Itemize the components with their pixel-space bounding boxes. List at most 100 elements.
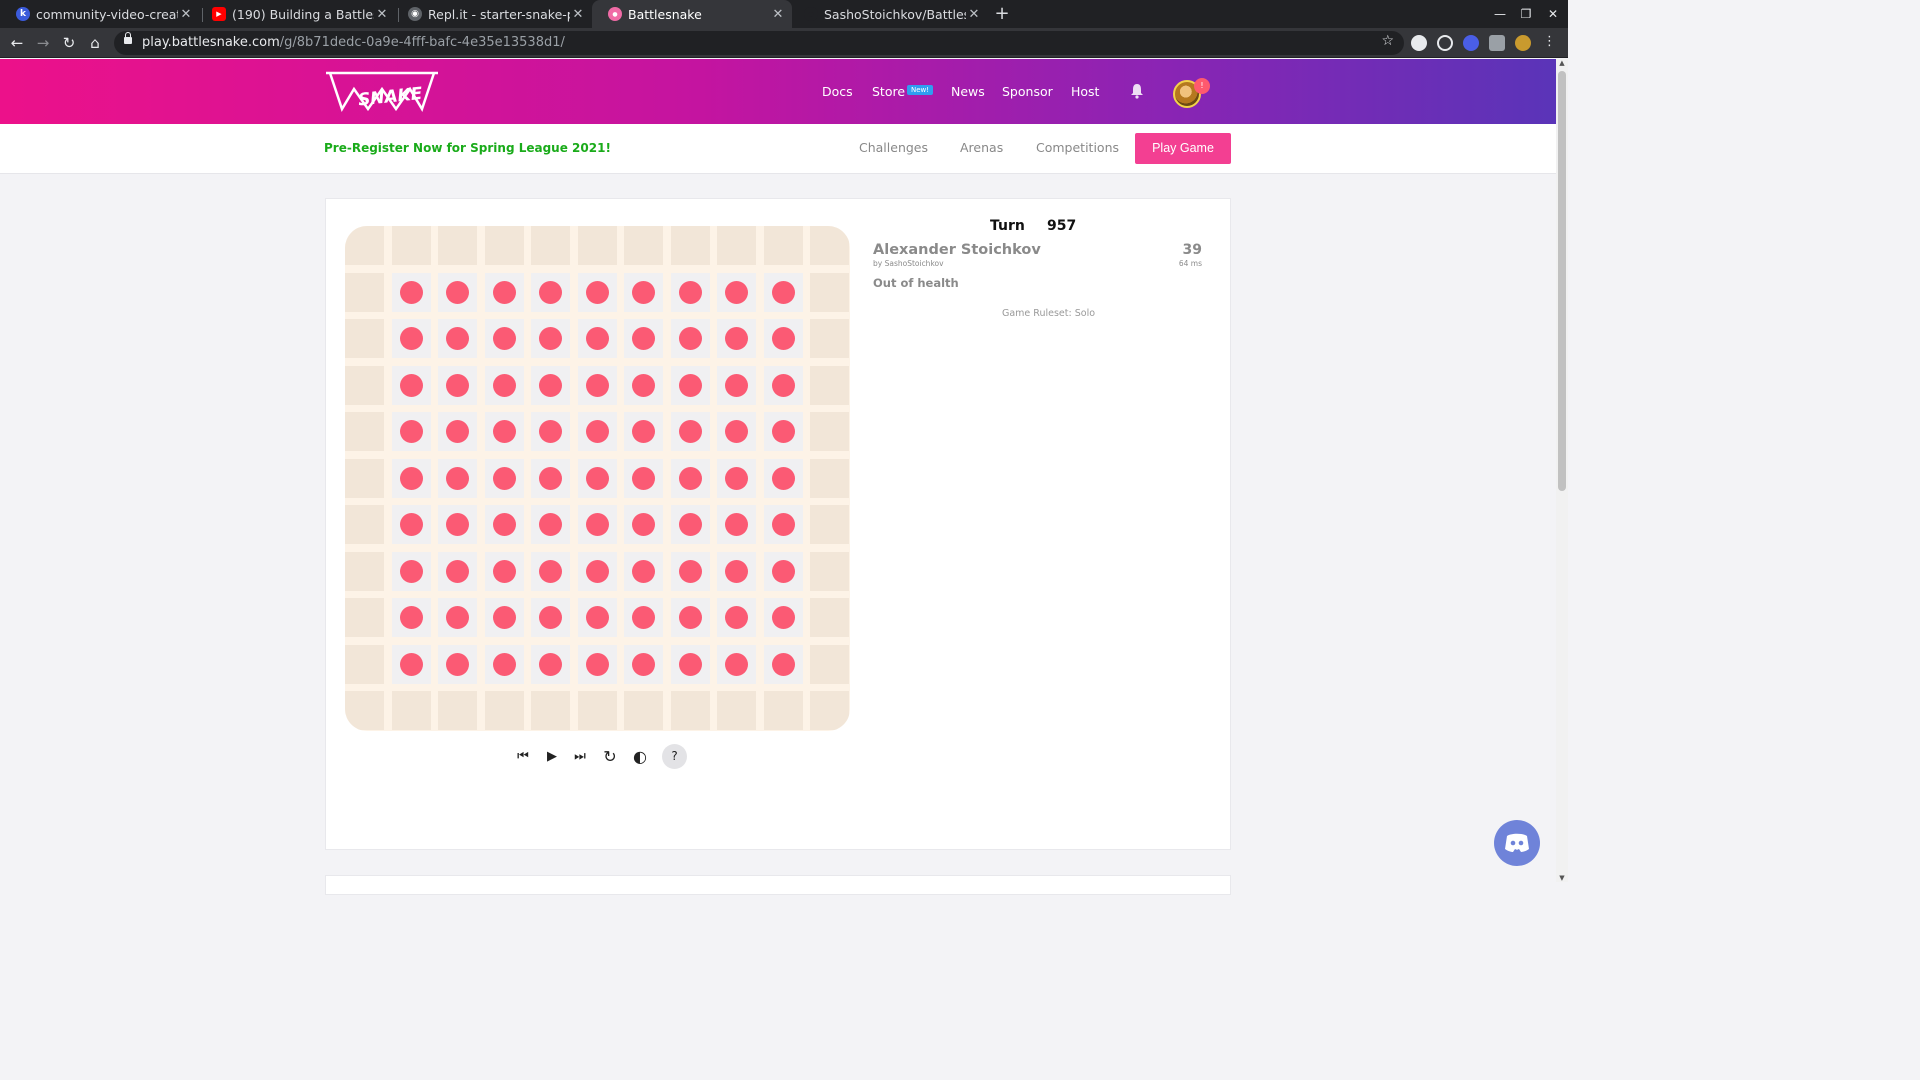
board-cell [717,412,756,451]
food-pellet [632,513,655,536]
board-cell-edge [484,226,524,265]
browser-tab[interactable]: ▶ (190) Building a Battlesn ✕ [196,0,396,28]
board-cell [484,598,524,637]
food-pellet [678,652,702,676]
theme-toggle-icon[interactable]: ◐ [629,744,651,770]
board-cell [438,365,477,405]
discord-chat-button[interactable] [1494,820,1540,866]
food-pellet [539,466,562,490]
browser-tab[interactable]: k community-video-creat ✕ [0,0,200,28]
puzzle-icon[interactable] [1489,35,1505,51]
food-pellet [771,280,795,304]
tab-close-icon[interactable]: ✕ [178,7,194,22]
snake-length: 39 [1182,242,1202,258]
home-icon[interactable]: ⌂ [84,32,106,54]
board-cell [577,551,617,591]
food-pellet [632,327,655,350]
close-window-icon[interactable]: ✕ [1540,0,1566,28]
minimize-icon[interactable]: — [1487,0,1513,28]
board-cell [484,505,524,544]
nav-docs[interactable]: Docs [822,84,853,99]
browser-tab-active[interactable]: ● Battlesnake ✕ [592,0,792,28]
reload-icon[interactable]: ↻ [58,32,80,54]
nav-host[interactable]: Host [1071,84,1099,99]
browser-toolbar: ← → ↻ ⌂ play.battlesnake.com/g/8b71dedc-… [0,28,1568,58]
nav-competitions[interactable]: Competitions [1036,140,1119,155]
food-pellet [725,652,748,676]
extension-icon[interactable] [1463,35,1479,51]
board-cell-edge [810,458,849,498]
promo-link[interactable]: Pre-Register Now for Spring League 2021! [324,141,611,155]
nav-arenas[interactable]: Arenas [960,140,1003,155]
snake-status: Out of health [873,276,959,290]
board-cell-edge [577,226,617,265]
turn-counter: 957 [1047,218,1077,234]
nav-sponsor[interactable]: Sponsor [1002,84,1053,99]
extension-icon[interactable] [1437,35,1453,51]
first-frame-icon[interactable]: ⏮ [512,744,534,770]
board-cell-edge [345,272,384,312]
browser-tab-strip: k community-video-creat ✕ ▶ (190) Buildi… [0,0,1568,28]
board-cell [391,458,431,498]
nav-news[interactable]: News [951,84,985,99]
replay-icon[interactable]: ↻ [599,744,621,770]
food-pellet [771,513,795,536]
board-cell [391,272,431,312]
play-icon[interactable]: ▶ [541,744,563,770]
board-cell [670,644,710,684]
browser-tab[interactable]: ◉ Repl.it - starter-snake-py ✕ [392,0,592,28]
tab-title: Battlesnake [628,6,702,22]
site-header: SNAKE Docs Store New! News Sponsor Host … [0,59,1556,124]
scroll-thumb[interactable] [1558,71,1566,491]
maximize-icon[interactable]: ❐ [1513,0,1539,28]
board-cell [624,319,663,358]
food-pellet [585,466,609,490]
battlesnake-logo[interactable]: SNAKE [324,69,440,113]
board-cell-edge [717,226,756,265]
board-cell [577,319,617,358]
tab-close-icon[interactable]: ✕ [966,7,982,22]
nav-challenges[interactable]: Challenges [859,140,928,155]
board-cell [438,505,477,544]
bell-icon[interactable] [1130,83,1144,99]
help-button[interactable]: ? [662,744,687,769]
profile-avatar[interactable] [1515,35,1531,51]
board-cell [717,551,756,591]
food-pellet [399,327,423,350]
page-scrollbar[interactable]: ▲ ▼ [1556,59,1568,882]
board-cell-edge [624,226,663,265]
scroll-down-icon[interactable]: ▼ [1558,874,1566,882]
board-cell-edge [345,644,384,684]
play-game-button[interactable]: Play Game [1135,133,1231,164]
tab-close-icon[interactable]: ✕ [770,7,786,22]
board-cell [624,598,663,637]
food-pellet [492,606,516,629]
food-pellet [492,559,516,583]
tab-close-icon[interactable]: ✕ [570,7,586,22]
replit-favicon-icon: ◉ [408,7,422,21]
board-cell-edge [345,365,384,405]
board-cell [670,365,710,405]
tab-close-icon[interactable]: ✕ [374,7,390,22]
forward-icon[interactable]: → [32,32,54,54]
board-cell-edge [345,551,384,591]
address-bar[interactable]: play.battlesnake.com/g/8b71dedc-0a9e-4ff… [114,31,1404,55]
food-pellet [399,466,423,490]
bookmark-star-icon[interactable]: ☆ [1381,33,1394,49]
menu-kebab-icon[interactable]: ⋮ [1543,34,1556,50]
last-frame-icon[interactable]: ⏭ [569,744,591,770]
back-icon[interactable]: ← [6,32,28,54]
board-cell [484,412,524,451]
browser-tab[interactable]: ● SashoStoichkov/Battles ✕ [788,0,988,28]
board-cell [438,319,477,358]
new-tab-icon[interactable]: + [992,3,1012,25]
extension-icon[interactable] [1411,35,1427,51]
food-pellet [539,513,562,536]
food-pellet [446,652,469,676]
github-favicon-icon: ● [804,7,818,21]
scroll-up-icon[interactable]: ▲ [1558,59,1566,67]
food-pellet [492,466,516,490]
board-cell [717,598,756,637]
board-cell [577,505,617,544]
nav-store[interactable]: Store [872,84,905,99]
